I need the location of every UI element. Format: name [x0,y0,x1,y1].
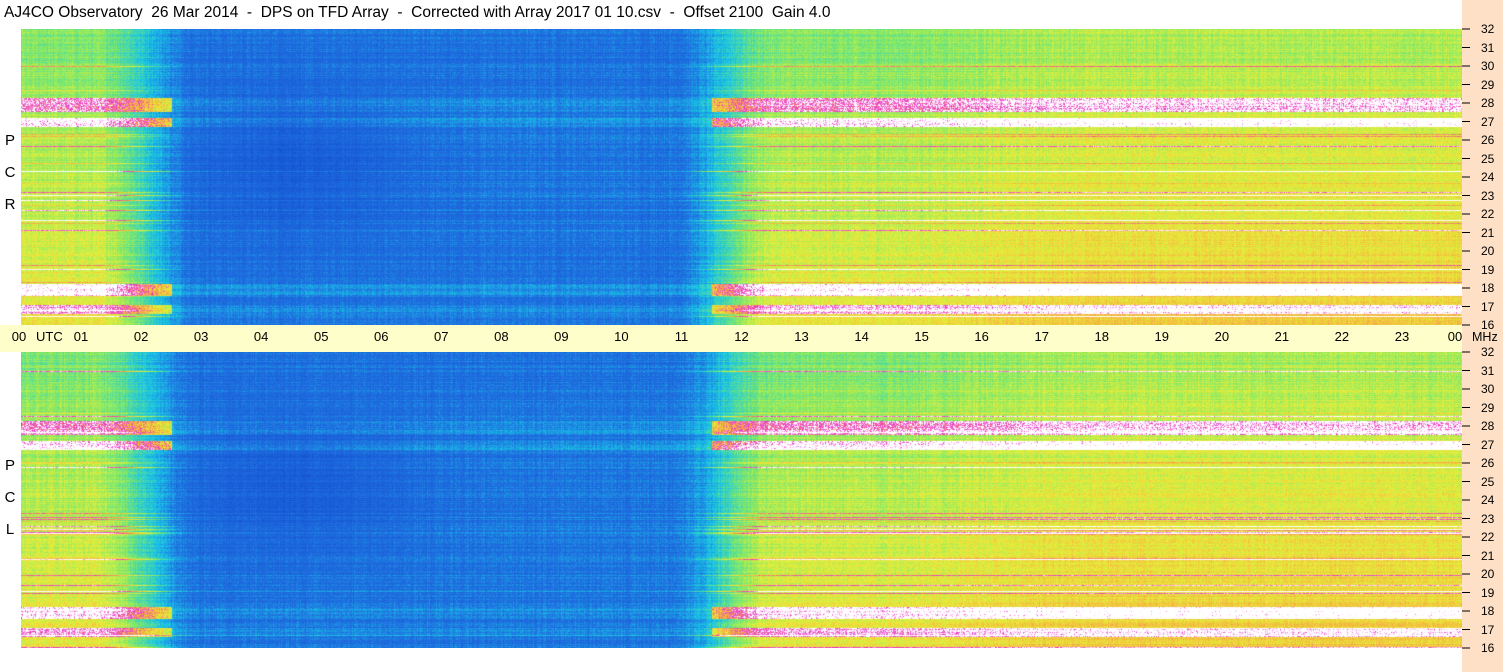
freq-tick-label: 30 [1481,382,1495,396]
freq-tick-label: 23 [1481,511,1495,526]
freq-tick-label: 24 [1481,493,1495,507]
freq-tick-label: 17 [1481,622,1495,637]
freq-tick-label: 27 [1481,114,1495,129]
freq-tick-label: 17 [1481,299,1495,314]
freq-tick-label: 19 [1481,585,1495,600]
freq-tick-label: 16 [1481,641,1495,655]
freq-tick-label: 19 [1481,262,1495,277]
freq-tick-label: 30 [1481,59,1495,73]
freq-tick-label: 18 [1481,281,1495,295]
freq-tick-label: 31 [1481,363,1495,378]
freq-tick-label: 25 [1481,151,1495,166]
freq-tick-label: 28 [1481,419,1495,433]
freq-tick-label: 21 [1481,548,1495,563]
freq-tick-label: 29 [1481,400,1495,415]
freq-tick-label: 26 [1481,456,1495,470]
freq-tick-label: 22 [1481,207,1495,221]
freq-tick-label: 20 [1481,244,1495,258]
freq-tick-label: 22 [1481,530,1495,544]
freq-tick-label: 20 [1481,567,1495,581]
freq-tick-label: 32 [1481,22,1495,36]
freq-tick-label: 16 [1481,318,1495,332]
freq-tick-label: 26 [1481,133,1495,147]
freq-tick-label: 18 [1481,604,1495,618]
freq-tick-label: 28 [1481,96,1495,110]
freq-tick-label: 29 [1481,77,1495,92]
frequency-ticks [1462,28,1470,649]
freq-tick-label: 24 [1481,170,1495,184]
freq-tick-label: 25 [1481,474,1495,489]
freq-tick-label: 27 [1481,437,1495,452]
freq-tick-label: 31 [1481,40,1495,55]
freq-tick-label: 23 [1481,188,1495,203]
freq-tick-label: 32 [1481,345,1495,359]
freq-tick-label: 21 [1481,225,1495,240]
